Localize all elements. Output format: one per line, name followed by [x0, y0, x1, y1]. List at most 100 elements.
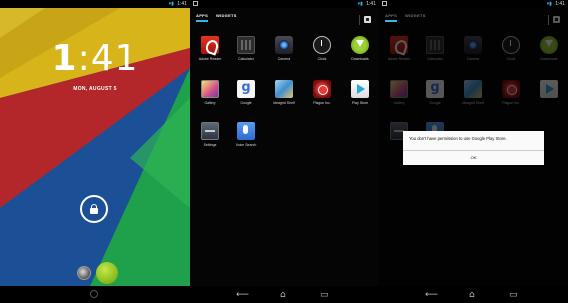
clock-minutes: :41: [77, 38, 139, 79]
google-icon: [237, 80, 255, 98]
clock-icon: [313, 36, 331, 54]
clock-hour: 1: [51, 38, 78, 79]
google-icon: [426, 80, 444, 98]
app-voice-search[interactable]: Voice Search: [228, 122, 264, 148]
tab-divider: [359, 15, 360, 25]
app-downloads: Downloads: [531, 36, 567, 62]
store-icon[interactable]: [364, 16, 371, 23]
app-label: Google: [240, 101, 252, 105]
app-ideagrid-shelf: Ideagrid Shelf: [455, 80, 491, 106]
tab-apps: APPS: [385, 13, 398, 22]
app-label: Gallery: [393, 101, 405, 105]
app-label: Camera: [277, 57, 291, 61]
app-clock[interactable]: Clock: [304, 36, 340, 62]
status-icons: ▾▮: [168, 1, 174, 7]
play-store-icon: [351, 80, 369, 98]
plague-icon: [313, 80, 331, 98]
app-label: Ideagrid Shelf: [273, 101, 295, 105]
app-calculator[interactable]: Calculator: [228, 36, 264, 62]
app-plague-inc: Plague Inc.: [493, 80, 529, 106]
status-bar: ▾▮ 1:41: [190, 0, 379, 8]
clock-icon: [502, 36, 520, 54]
app-ideagrid-shelf[interactable]: Ideagrid Shelf: [266, 80, 302, 106]
status-bar: ▾▮ 1:41: [0, 0, 190, 8]
drawer-tabs: APPS WIDGETS: [190, 8, 379, 26]
lockscreen-clock: 1:41: [0, 38, 190, 79]
app-gallery[interactable]: Gallery: [192, 80, 228, 106]
permission-dialog: You don't have permission to use Google …: [403, 131, 544, 165]
app-clock: Clock: [493, 36, 529, 62]
app-adobe-reader: Adobe Reader: [381, 36, 417, 62]
camera-icon: [464, 36, 482, 54]
app-google[interactable]: Google: [228, 80, 264, 106]
status-bar: ▾▮ 1:41: [379, 0, 568, 8]
status-time: 1:41: [177, 1, 187, 7]
app-label: Clock: [317, 57, 327, 61]
back-icon[interactable]: ⟵: [425, 291, 438, 300]
lockscreen-date: MON, AUGUST 5: [73, 86, 117, 92]
nav-bar: [0, 286, 190, 303]
app-label: Gallery: [204, 101, 216, 105]
dialog-message: You don't have permission to use Google …: [409, 136, 507, 141]
calculator-icon: [426, 36, 444, 54]
shelf-icon: [275, 80, 293, 98]
app-camera: Camera: [455, 36, 491, 62]
play-store-icon: [540, 80, 558, 98]
app-label: Ideagrid Shelf: [462, 101, 484, 105]
recent-apps-icon[interactable]: ▭: [320, 291, 329, 300]
app-label: Adobe Reader: [387, 57, 411, 61]
app-downloads[interactable]: Downloads: [342, 36, 378, 62]
lock-icon: [90, 204, 98, 214]
adobe-reader-icon: [390, 36, 408, 54]
calculator-icon: [237, 36, 255, 54]
app-label: Downloads: [351, 57, 369, 61]
gallery-icon: [390, 80, 408, 98]
lockscreen-panel: ▾▮ 1:41 1:41 MON, AUGUST 5: [0, 0, 190, 303]
camera-unlock-target[interactable]: [77, 266, 91, 280]
app-label: Camera: [466, 57, 480, 61]
ok-button[interactable]: OK: [403, 151, 544, 165]
unlock-ring[interactable]: [80, 195, 108, 223]
app-plague-inc[interactable]: Plague Inc.: [304, 80, 340, 106]
app-calculator: Calculator: [417, 36, 453, 62]
screenshot-notification-icon: [193, 1, 198, 6]
adobe-reader-icon: [201, 36, 219, 54]
tab-widgets: WIDGETS: [405, 13, 426, 18]
nav-bar: ⟵ ⌂ ▭: [379, 286, 568, 303]
app-camera[interactable]: Camera: [266, 36, 302, 62]
recent-apps-icon[interactable]: ▭: [509, 291, 518, 300]
app-adobe-reader[interactable]: Adobe Reader: [192, 36, 228, 62]
app-label: Plague Inc.: [502, 101, 520, 105]
status-time: 1:41: [366, 1, 376, 7]
app-drawer-panel: ▾▮ 1:41 APPS WIDGETS Adobe Reader Calcul…: [190, 0, 379, 303]
app-label: Calculator: [427, 57, 443, 61]
app-label: Adobe Reader: [198, 57, 222, 61]
status-time: 1:41: [555, 1, 565, 7]
google-now-unlock-target[interactable]: [96, 262, 118, 284]
app-label: Google: [429, 101, 441, 105]
drawer-tabs: APPS WIDGETS: [379, 8, 568, 26]
tab-divider: [548, 15, 549, 25]
app-label: Plague Inc.: [313, 101, 331, 105]
app-settings[interactable]: Settings: [192, 122, 228, 148]
back-icon[interactable]: ⟵: [236, 291, 249, 300]
tab-widgets[interactable]: WIDGETS: [216, 13, 237, 18]
camera-icon: [275, 36, 293, 54]
store-icon: [553, 16, 560, 23]
screenshot-notification-icon: [382, 1, 387, 6]
app-play-store[interactable]: Play Store: [342, 80, 378, 106]
app-label: Clock: [506, 57, 516, 61]
home-icon[interactable]: [90, 290, 98, 298]
tab-apps[interactable]: APPS: [196, 13, 209, 22]
app-label: Play Store: [351, 101, 369, 105]
home-icon[interactable]: ⌂: [280, 291, 286, 300]
home-icon[interactable]: ⌂: [469, 291, 475, 300]
status-icons: ▾▮: [546, 1, 552, 7]
app-google: Google: [417, 80, 453, 106]
app-drawer-dialog-panel: ▾▮ 1:41 APPS WIDGETS Adobe Reader Calcul…: [379, 0, 568, 303]
app-label: Voice Search: [235, 143, 257, 147]
voice-search-icon: [237, 122, 255, 140]
status-icons: ▾▮: [357, 1, 363, 7]
plague-icon: [502, 80, 520, 98]
app-label: Downloads: [540, 57, 558, 61]
